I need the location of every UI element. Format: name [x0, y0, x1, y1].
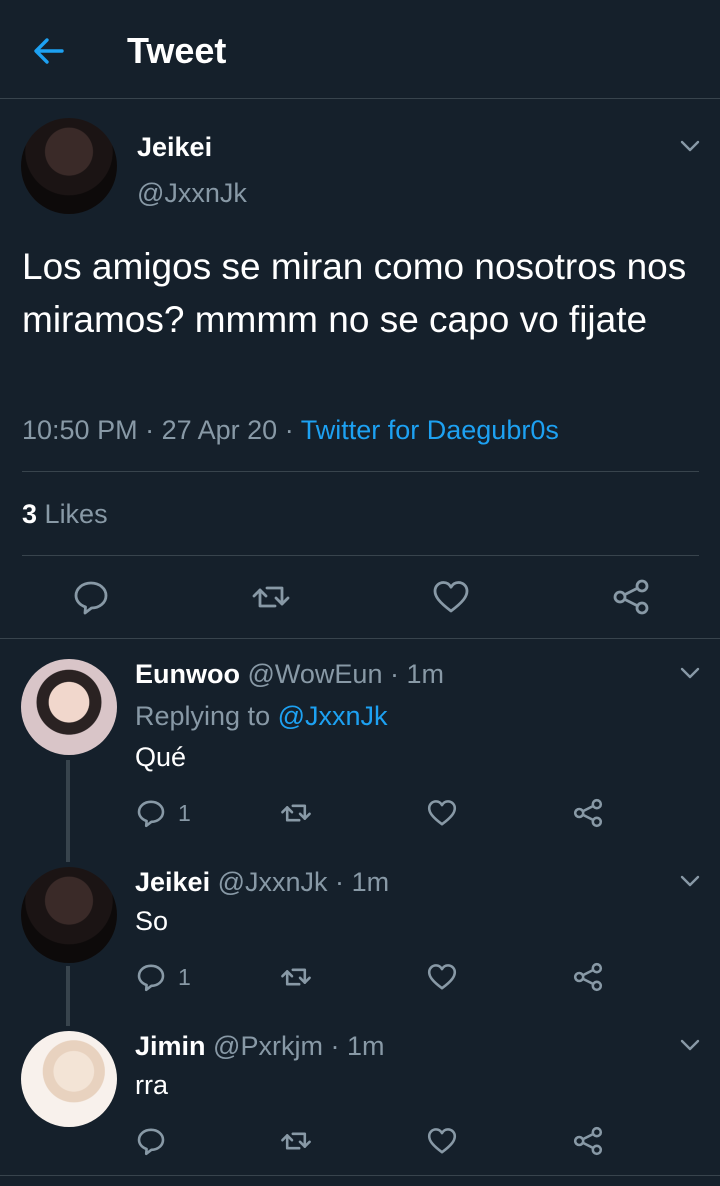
chevron-down-icon	[680, 140, 700, 152]
like-button[interactable]	[431, 577, 471, 617]
reply-time: 1m	[406, 659, 445, 689]
reply-button[interactable]	[135, 1125, 167, 1157]
reply-button[interactable]	[71, 577, 111, 617]
reply-text: Qué	[135, 742, 187, 772]
likes-label: Likes	[44, 499, 108, 529]
tweet-time: 10:50 PM	[22, 415, 138, 445]
likes-count: 3	[22, 499, 38, 529]
retweet-button[interactable]	[280, 1125, 312, 1157]
reply-menu-button[interactable]	[679, 662, 701, 684]
retweet-button[interactable]	[251, 577, 291, 617]
replying-prefix: Replying to	[135, 701, 271, 731]
reply-author-handle[interactable]: @WowEun	[248, 659, 383, 689]
retweet-icon	[281, 968, 311, 986]
tweet-menu-button[interactable]	[679, 135, 701, 157]
reply-author-name[interactable]: Jeikei	[135, 867, 210, 897]
reply-header: Eunwoo @WowEun · 1m	[135, 657, 444, 691]
reply-time: 1m	[346, 1031, 385, 1061]
author-handle[interactable]: @JxxnJk	[137, 176, 247, 210]
avatar[interactable]	[21, 1031, 117, 1127]
reply-icon	[137, 800, 165, 828]
like-button[interactable]	[426, 961, 458, 993]
heart-icon	[427, 800, 457, 826]
reply-icon	[74, 581, 108, 615]
share-icon	[573, 798, 603, 828]
reply-icon	[137, 964, 165, 992]
share-icon	[613, 579, 649, 615]
tweet-detail-screen: Tweet Jeikei @JxxnJk Los amigos se miran…	[0, 0, 720, 1186]
heart-icon	[427, 964, 457, 990]
like-button[interactable]	[426, 1125, 458, 1157]
reply-icon	[137, 1128, 165, 1156]
chevron-down-icon	[680, 1039, 700, 1051]
avatar[interactable]	[21, 118, 117, 214]
tweet-date: 27 Apr 20	[161, 415, 278, 445]
reply-header: Jeikei @JxxnJk · 1m	[135, 865, 389, 899]
likes-link[interactable]: 3 Likes	[22, 497, 108, 531]
retweet-icon	[252, 586, 290, 608]
author-name[interactable]: Jeikei	[137, 130, 212, 164]
reply-text: rra	[135, 1070, 168, 1100]
share-button[interactable]	[572, 1125, 604, 1157]
retweet-button[interactable]	[280, 961, 312, 993]
meta-separator: ·	[335, 867, 345, 897]
meta-separator: ·	[284, 415, 294, 445]
tweet-meta: 10:50 PM · 27 Apr 20 · Twitter for Daegu…	[22, 412, 559, 448]
reply-button[interactable]	[135, 797, 167, 829]
replying-to-handle[interactable]: @JxxnJk	[278, 701, 388, 731]
tweet-text: Los amigos se miran como nosotros nos mi…	[22, 246, 687, 340]
chevron-down-icon	[680, 667, 700, 679]
divider	[0, 638, 720, 639]
replying-to: Replying to @JxxnJk	[135, 699, 388, 733]
retweet-button[interactable]	[280, 797, 312, 829]
share-button[interactable]	[572, 797, 604, 829]
meta-separator: ·	[389, 659, 399, 689]
meta-separator: ·	[330, 1031, 340, 1061]
divider	[22, 555, 699, 556]
retweet-icon	[281, 804, 311, 822]
thread-line	[66, 966, 70, 1026]
avatar[interactable]	[21, 867, 117, 963]
reply-author-handle[interactable]: @Pxrkjm	[213, 1031, 323, 1061]
reply-author-name[interactable]: Eunwoo	[135, 659, 240, 689]
reply-author-name[interactable]: Jimin	[135, 1031, 206, 1061]
share-button[interactable]	[611, 577, 651, 617]
thread-line	[66, 760, 70, 862]
retweet-icon	[281, 1132, 311, 1150]
top-bar: Tweet	[0, 0, 720, 99]
tweet-source-link[interactable]: Twitter for Daegubr0s	[301, 415, 559, 445]
reply-button[interactable]	[135, 961, 167, 993]
share-icon	[573, 962, 603, 992]
reply-count: 1	[178, 964, 191, 990]
divider	[0, 1175, 720, 1176]
avatar[interactable]	[21, 659, 117, 755]
divider	[22, 471, 699, 472]
reply-header: Jimin @Pxrkjm · 1m	[135, 1029, 385, 1063]
arrow-left-icon	[34, 38, 64, 64]
share-icon	[573, 1126, 603, 1156]
heart-icon	[427, 1128, 457, 1154]
share-button[interactable]	[572, 961, 604, 993]
reply-text: So	[135, 906, 169, 936]
reply-menu-button[interactable]	[679, 1034, 701, 1056]
like-button[interactable]	[426, 797, 458, 829]
meta-separator: ·	[145, 415, 155, 445]
heart-icon	[433, 581, 469, 613]
reply-count: 1	[178, 800, 191, 826]
page-title: Tweet	[127, 30, 227, 71]
reply-menu-button[interactable]	[679, 870, 701, 892]
reply-author-handle[interactable]: @JxxnJk	[218, 867, 328, 897]
back-button[interactable]	[28, 30, 70, 72]
chevron-down-icon	[680, 875, 700, 887]
reply-time: 1m	[351, 867, 390, 897]
